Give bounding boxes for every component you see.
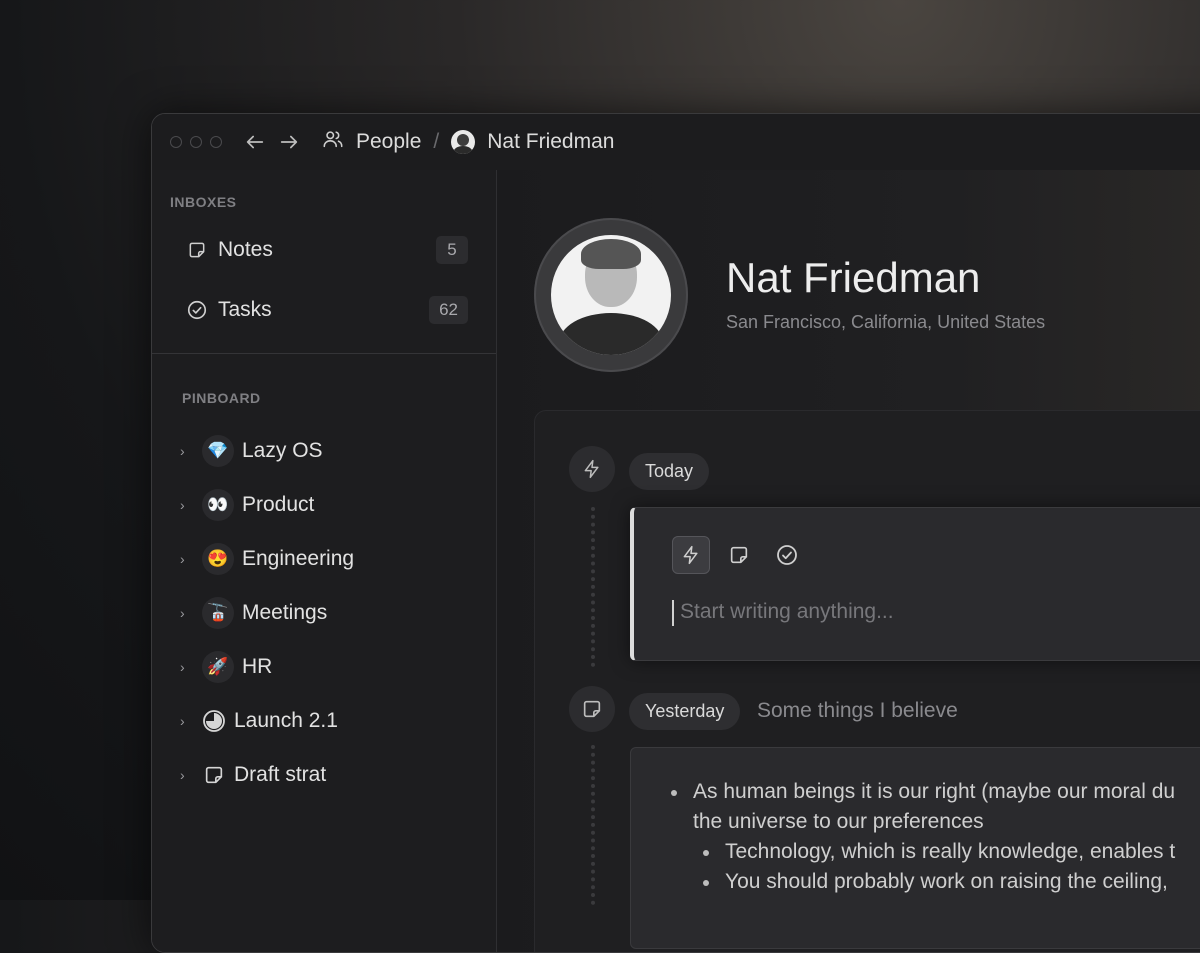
rocket-icon: 🚀 — [202, 651, 234, 683]
chevron-right-icon[interactable]: › — [180, 767, 194, 783]
tasks-count-badge: 62 — [429, 296, 468, 324]
note-line: Technology, which is really knowledge, e… — [725, 840, 1176, 863]
entry-title[interactable]: Some things I believe — [757, 699, 958, 723]
pinboard-item-hr[interactable]: › 🚀 HR — [180, 647, 272, 687]
eyes-icon: 👀 — [202, 489, 234, 521]
main-content: Nat Friedman San Francisco, California, … — [497, 170, 1200, 952]
bullet — [703, 880, 709, 886]
back-arrow-icon[interactable] — [244, 131, 266, 153]
pinboard-item-label: Launch 2.1 — [234, 709, 338, 732]
progress-pie-icon — [202, 709, 226, 733]
gem-icon: 💎 — [202, 435, 234, 467]
avatar — [551, 235, 671, 355]
bullet — [703, 850, 709, 856]
forward-arrow-icon[interactable] — [278, 131, 300, 153]
note-line: You should probably work on raising the … — [725, 870, 1168, 893]
composer-input[interactable]: Start writing anything... — [680, 600, 894, 624]
breadcrumb-current: Nat Friedman — [487, 130, 615, 153]
chevron-right-icon[interactable]: › — [180, 551, 194, 567]
breadcrumb: People / Nat Friedman — [322, 128, 614, 156]
pinboard-item-label: Meetings — [242, 601, 328, 624]
sidebar-item-label: Tasks — [218, 298, 272, 321]
title-bar: People / Nat Friedman — [152, 114, 1200, 171]
inboxes-heading: INBOXES — [170, 194, 237, 210]
sidebar-item-notes[interactable]: Notes 5 — [186, 230, 468, 270]
note-icon — [186, 239, 208, 261]
composer-toolbar — [672, 536, 806, 574]
breadcrumb-separator: / — [433, 130, 440, 153]
pinboard-item-label: Product — [242, 493, 315, 516]
breadcrumb-people-link[interactable]: People — [356, 130, 421, 154]
sidebar-divider — [152, 353, 496, 354]
minimize-window-button[interactable] — [190, 136, 202, 148]
chevron-right-icon[interactable]: › — [180, 497, 194, 513]
pinboard-item-label: Draft strat — [234, 763, 327, 786]
sidebar: INBOXES Notes 5 Tasks 62 PINBOARD › 💎 La… — [152, 170, 497, 952]
avatar — [451, 130, 476, 154]
sidebar-item-tasks[interactable]: Tasks 62 — [186, 290, 468, 330]
bullet — [671, 790, 677, 796]
check-circle-icon — [186, 299, 208, 321]
note-card[interactable]: As human beings it is our right (maybe o… — [630, 747, 1200, 949]
navigation-arrows — [244, 131, 300, 153]
profile-location: San Francisco, California, United States — [726, 312, 1046, 332]
note-line: the universe to our preferences — [693, 810, 984, 833]
profile-name: Nat Friedman — [726, 254, 981, 301]
aerial-tramway-icon: 🚡 — [202, 597, 234, 629]
sidebar-item-label: Notes — [218, 238, 273, 261]
chevron-right-icon[interactable]: › — [180, 605, 194, 621]
chevron-right-icon[interactable]: › — [180, 443, 194, 459]
pinboard-item-engineering[interactable]: › 😍 Engineering — [180, 539, 354, 579]
timeline-connector — [591, 745, 595, 905]
check-circle-icon[interactable] — [768, 536, 806, 574]
pinboard-item-launch[interactable]: › Launch 2.1 — [180, 701, 338, 741]
window-controls — [170, 136, 222, 148]
date-pill-today: Today — [629, 453, 710, 490]
text-cursor — [672, 600, 674, 626]
people-icon — [322, 128, 344, 156]
heart-eyes-icon: 😍 — [202, 543, 234, 575]
pinboard-item-meetings[interactable]: › 🚡 Meetings — [180, 593, 327, 633]
zoom-window-button[interactable] — [210, 136, 222, 148]
note-icon[interactable] — [720, 536, 758, 574]
note-composer[interactable]: Start writing anything... — [630, 507, 1200, 661]
lightning-icon — [569, 446, 615, 492]
pinboard-item-label: Engineering — [242, 547, 355, 570]
pinboard-heading: PINBOARD — [182, 390, 261, 406]
note-line: As human beings it is our right (maybe o… — [693, 780, 1176, 803]
pinboard-item-product[interactable]: › 👀 Product — [180, 485, 314, 525]
chevron-right-icon[interactable]: › — [180, 659, 194, 675]
note-icon — [569, 686, 615, 732]
close-window-button[interactable] — [170, 136, 182, 148]
pinboard-item-label: Lazy OS — [242, 439, 323, 462]
activity-feed: Today Start writing anything... Yesterda… — [534, 410, 1200, 952]
pinboard-item-draft-strat[interactable]: › Draft strat — [180, 755, 326, 795]
date-pill-yesterday: Yesterday — [629, 693, 741, 730]
timeline-connector — [591, 507, 595, 667]
pinboard-item-lazy-os[interactable]: › 💎 Lazy OS — [180, 431, 323, 471]
notes-count-badge: 5 — [436, 236, 468, 264]
pinboard-item-label: HR — [242, 655, 273, 678]
chevron-right-icon[interactable]: › — [180, 713, 194, 729]
note-icon — [202, 763, 226, 787]
lightning-icon[interactable] — [672, 536, 710, 574]
profile-avatar[interactable] — [534, 218, 688, 372]
app-window: People / Nat Friedman INBOXES Notes 5 Ta… — [151, 113, 1200, 953]
